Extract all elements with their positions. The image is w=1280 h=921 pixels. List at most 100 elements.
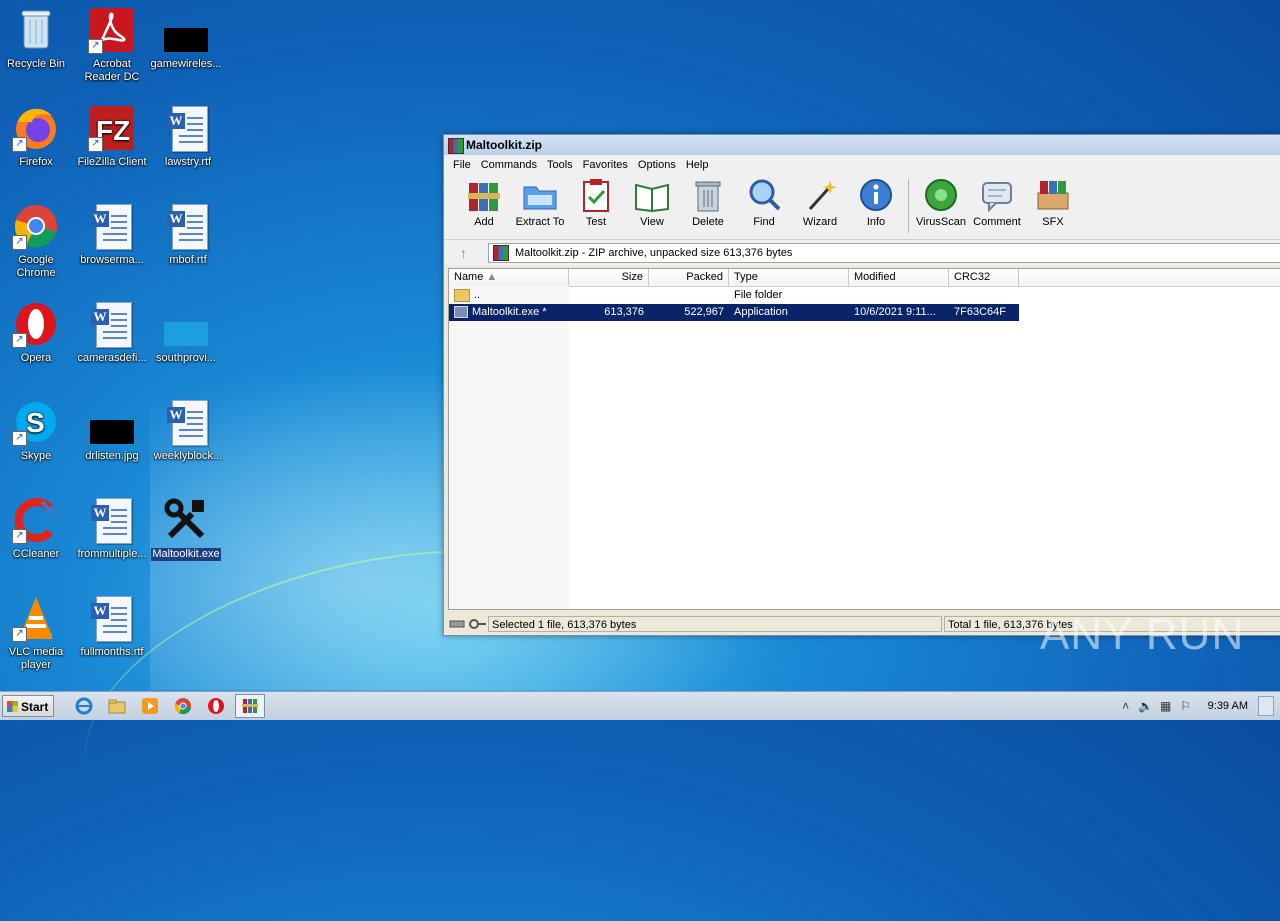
desktop-icon-skype[interactable]: S ↗ Skype — [0, 398, 74, 463]
menu-options[interactable]: Options — [633, 159, 681, 171]
window-titlebar[interactable]: Maltoolkit.zip — [444, 135, 1280, 155]
volume-icon[interactable]: 🔈 — [1136, 699, 1156, 713]
winrar-icon — [448, 138, 464, 154]
desktop-icon-gamewireles[interactable]: gamewireles... — [148, 6, 224, 71]
start-label: Start — [21, 700, 49, 714]
desktop-icon-label: Firefox — [19, 156, 53, 168]
comment-button[interactable]: Comment — [969, 175, 1025, 228]
column-modified[interactable]: Modified — [849, 269, 949, 286]
shortcut-arrow-icon: ↗ — [12, 431, 27, 446]
desktop-icon-label: camerasdefi... — [77, 352, 147, 364]
desktop-icon-southprovi[interactable]: southprovi... — [148, 300, 224, 365]
up-arrow-icon[interactable]: ↑ — [448, 243, 488, 263]
anyrun-watermark: ANY RUN — [1040, 610, 1245, 659]
start-button[interactable]: Start — [2, 695, 54, 717]
virusscan-button[interactable]: VirusScan — [913, 175, 969, 228]
desktop-icon-mbof[interactable]: W mbof.rtf — [150, 202, 226, 267]
internet-explorer-icon[interactable] — [70, 695, 98, 717]
file-explorer-icon[interactable] — [103, 695, 131, 717]
menu-help[interactable]: Help — [681, 159, 714, 171]
word-document-icon: W — [88, 300, 136, 348]
row-modified: 10/6/2021 9:11... — [854, 306, 936, 318]
folder-icon — [454, 288, 470, 302]
name-column-shade — [449, 286, 569, 609]
desktop-icon-ccleaner[interactable]: ↗ CCleaner — [0, 496, 74, 561]
desktop-icon-label: VLC media player — [8, 646, 64, 671]
desktop-icon-weeklyblock[interactable]: W weeklyblock... — [150, 398, 226, 463]
desktop-icon-vlc[interactable]: ↗ VLC media player — [0, 594, 74, 672]
table-row-maltoolkit[interactable]: Maltoolkit.exe * 613,376 522,967 Applica… — [449, 304, 1019, 321]
opera-taskbar-icon[interactable] — [202, 695, 230, 717]
show-desktop-button[interactable] — [1258, 696, 1274, 716]
file-list[interactable]: Name ▲ Size Packed Type Modified CRC32 .… — [448, 268, 1280, 610]
ccleaner-icon: ↗ — [12, 496, 60, 544]
menu-favorites[interactable]: Favorites — [578, 159, 633, 171]
desktop-icon-browserma[interactable]: W browserma... — [74, 202, 150, 267]
column-size[interactable]: Size — [569, 269, 649, 286]
word-document-icon: W — [164, 104, 212, 152]
sfx-box-icon — [1035, 177, 1071, 213]
delete-button[interactable]: Delete — [680, 175, 736, 228]
desktop-icon-frommultiple[interactable]: W frommultiple... — [74, 496, 150, 561]
winrar-taskbar-icon[interactable] — [235, 694, 265, 718]
add-button[interactable]: Add — [456, 175, 512, 228]
address-bar: ↑ Maltoolkit.zip - ZIP archive, unpacked… — [444, 240, 1280, 266]
media-player-icon[interactable] — [136, 695, 164, 717]
desktop-icon-label: frommultiple... — [77, 548, 147, 560]
sfx-button[interactable]: SFX — [1025, 175, 1081, 228]
desktop-icon-lawstry[interactable]: W lawstry.rtf — [150, 104, 226, 169]
row-crc: 7F63C64F — [954, 306, 1006, 318]
chrome-taskbar-icon[interactable] — [169, 695, 197, 717]
row-size — [569, 287, 649, 304]
column-name[interactable]: Name ▲ — [449, 269, 569, 286]
drive-key-icon — [448, 617, 488, 631]
shortcut-arrow-icon: ↗ — [12, 333, 27, 348]
clipboard-check-icon — [578, 177, 614, 213]
folder-extract-icon — [522, 177, 558, 213]
desktop-icon-maltoolkit[interactable]: Maltoolkit.exe — [148, 496, 224, 561]
chevron-up-icon[interactable]: ˄ — [1116, 699, 1136, 713]
desktop-icon-recycle-bin[interactable]: Recycle Bin — [0, 6, 74, 71]
column-packed[interactable]: Packed — [649, 269, 729, 286]
desktop-icon-label: Recycle Bin — [6, 58, 66, 70]
test-label: Test — [585, 216, 607, 228]
table-row-parent[interactable]: .. File folder — [449, 287, 1019, 304]
row-type: Application — [734, 306, 788, 318]
desktop-icon-filezilla[interactable]: FZ ↗ FileZilla Client — [74, 104, 150, 169]
desktop-icon-label: Google Chrome — [16, 254, 56, 279]
desktop-icon-firefox[interactable]: ↗ Firefox — [0, 104, 74, 169]
extract-to-button[interactable]: Extract To — [512, 175, 568, 228]
desktop-icon-chrome[interactable]: ↗ Google Chrome — [0, 202, 74, 280]
application-icon — [454, 306, 468, 319]
desktop-icon-label: weeklyblock... — [153, 450, 223, 462]
menu-tools[interactable]: Tools — [542, 159, 578, 171]
view-button[interactable]: View — [624, 175, 680, 228]
desktop-icon-opera[interactable]: ↗ Opera — [0, 300, 74, 365]
find-button[interactable]: Find — [736, 175, 792, 228]
desktop-icon-acrobat[interactable]: ↗ Acrobat Reader DC — [74, 6, 150, 84]
test-button[interactable]: Test — [568, 175, 624, 228]
wizard-button[interactable]: Wizard — [792, 175, 848, 228]
desktop-icon-camerasdefi[interactable]: W camerasdefi... — [74, 300, 150, 365]
row-modified — [849, 287, 949, 304]
menu-file[interactable]: File — [448, 159, 476, 171]
address-field[interactable]: Maltoolkit.zip - ZIP archive, unpacked s… — [488, 243, 1280, 263]
clock[interactable]: 9:39 AM — [1208, 700, 1248, 712]
column-type[interactable]: Type — [729, 269, 849, 286]
info-button[interactable]: Info — [848, 175, 904, 228]
black-thumbnail-icon — [162, 6, 210, 54]
row-packed — [649, 287, 729, 304]
black-thumbnail-icon — [88, 398, 136, 446]
row-name: .. — [474, 289, 481, 301]
desktop-icon-label: drlisten.jpg — [85, 450, 139, 462]
action-center-flag-icon[interactable]: ⚐ — [1176, 699, 1196, 713]
taskbar: Start ˄ 🔈 ▦ ⚐ 9:39 AM — [0, 691, 1280, 720]
desktop-icon-fullmonths[interactable]: W fullmonths.rtf — [74, 594, 150, 659]
desktop-icon-drlisten[interactable]: drlisten.jpg — [74, 398, 150, 463]
column-crc32[interactable]: CRC32 — [949, 269, 1019, 286]
acrobat-reader-icon: ↗ — [88, 6, 136, 54]
opera-icon: ↗ — [12, 300, 60, 348]
file-list-header: Name ▲ Size Packed Type Modified CRC32 — [449, 269, 1280, 287]
network-icon[interactable]: ▦ — [1156, 699, 1176, 713]
menu-commands[interactable]: Commands — [476, 159, 542, 171]
